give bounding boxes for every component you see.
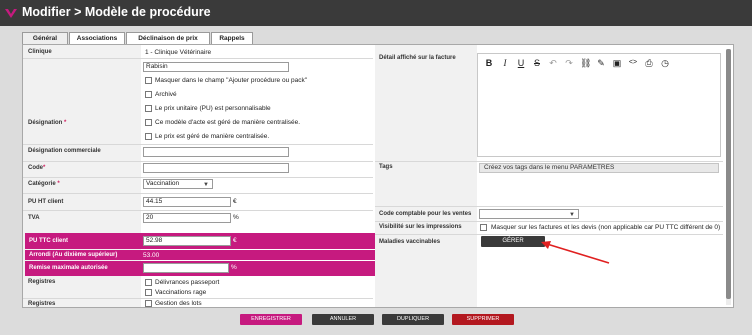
code-label: Code*	[28, 165, 46, 171]
categorie-value: Vaccination	[146, 180, 180, 187]
remise-unit: %	[231, 264, 237, 271]
maladies-label: Maladies vaccinables	[379, 239, 441, 245]
arrondi-row: Arrondi (Au dixième supérieur) 53.00	[25, 250, 375, 260]
remise-row: Remise maximale autorisée %	[25, 261, 375, 276]
right-label-column	[375, 45, 477, 307]
masquer-factures-label: Masquer sur les factures et les devis (n…	[491, 224, 721, 231]
pu-ht-unit: €	[233, 198, 237, 205]
gestion-lots-checkbox[interactable]	[145, 300, 152, 307]
categorie-select[interactable]: Vaccination ▼	[143, 179, 213, 189]
pu-ht-input[interactable]: 44.15	[143, 197, 231, 207]
gestion-lots-label: Gestion des lots	[155, 300, 202, 307]
code-input[interactable]	[143, 163, 289, 173]
strikethrough-icon[interactable]: S	[532, 58, 542, 68]
form-panel: Clinique 1 - Clinique Vétérinaire Rabisi…	[22, 44, 734, 308]
chevron-down-icon: ▼	[569, 212, 575, 218]
app-logo-icon	[4, 6, 18, 20]
divider	[23, 58, 373, 59]
remise-input[interactable]	[143, 263, 229, 273]
delivrances-passeport-checkbox[interactable]	[145, 279, 152, 286]
tags-label: Tags	[379, 164, 393, 170]
divider	[23, 177, 373, 178]
code-icon[interactable]: <>	[628, 58, 638, 68]
cancel-button[interactable]: ANNULER	[312, 314, 374, 325]
underline-icon[interactable]: U	[516, 58, 526, 68]
remise-label: Remise maximale autorisée	[29, 265, 108, 271]
archive-checkbox[interactable]	[145, 91, 152, 98]
prix-centralise-label: Le prix est géré de manière centralisée.	[155, 133, 270, 140]
tva-unit: %	[233, 214, 239, 221]
edit-icon[interactable]: ✎	[596, 58, 606, 68]
pu-ttc-label: PU TTC client	[29, 238, 69, 244]
divider	[23, 193, 373, 194]
prix-centralise-checkbox[interactable]	[145, 133, 152, 140]
archive-label: Archivé	[155, 91, 177, 98]
title-bar: Modifier > Modèle de procédure	[0, 0, 752, 26]
delivrances-passeport-label: Délivrances passeport	[155, 279, 220, 286]
link-icon[interactable]: ⛓	[580, 58, 591, 68]
history-icon[interactable]: ◷	[660, 58, 670, 68]
pu-personnalisable-label: Le prix unitaire (PU) est personnalisabl…	[155, 105, 271, 112]
divider	[375, 206, 723, 207]
scrollbar-thumb[interactable]	[726, 49, 731, 299]
print-icon[interactable]: ⎙	[644, 58, 654, 68]
duplicate-button[interactable]: DUPLIQUER	[382, 314, 444, 325]
arrondi-value: 53.00	[143, 252, 160, 259]
pu-ttc-input[interactable]: 52.98	[143, 236, 231, 246]
scrollbar[interactable]	[726, 49, 731, 305]
clinique-value: 1 - Clinique Vétérinaire	[145, 49, 212, 56]
vaccinations-rage-label: Vaccinations rage	[155, 289, 207, 296]
masquer-factures-checkbox[interactable]	[480, 224, 487, 231]
divider	[375, 161, 723, 162]
masquer-ajouter-checkbox[interactable]	[145, 77, 152, 84]
visibilite-label: Visibilité sur les impressions	[379, 224, 462, 230]
clinique-label: Clinique	[28, 49, 52, 55]
designation-input[interactable]: Rabisin	[143, 62, 289, 72]
modele-centralise-checkbox[interactable]	[145, 119, 152, 126]
divider	[23, 210, 373, 211]
tab-associations[interactable]: Associations	[69, 32, 125, 44]
delete-button[interactable]: SUPPRIMER	[452, 314, 514, 325]
pu-ttc-unit: €	[233, 237, 237, 244]
tva-input[interactable]: 20	[143, 213, 231, 223]
tags-field: Créez vos tags dans le menu PARAMETRES	[479, 163, 719, 173]
undo-icon[interactable]: ↶	[548, 58, 558, 68]
divider	[23, 144, 373, 145]
code-comptable-label: Code comptable pour les ventes	[379, 211, 472, 217]
pu-ttc-row: PU TTC client 52.98 €	[25, 233, 375, 249]
dialog-body: Général Associations Déclinaison de prix…	[0, 26, 752, 335]
modele-centralise-label: Ce modèle d'acte est géré de manière cen…	[155, 119, 301, 126]
redo-icon[interactable]: ↷	[564, 58, 574, 68]
pu-personnalisable-checkbox[interactable]	[145, 105, 152, 112]
chevron-down-icon: ▼	[203, 182, 209, 188]
divider	[375, 234, 723, 235]
divider	[375, 221, 723, 222]
image-icon[interactable]: ▣	[612, 58, 622, 68]
vaccinations-rage-checkbox[interactable]	[145, 289, 152, 296]
tab-declinaison-prix[interactable]: Déclinaison de prix	[126, 32, 210, 44]
tab-rappels[interactable]: Rappels	[211, 32, 253, 44]
registres-lots-label: Registres	[28, 301, 56, 307]
window-title: Modifier > Modèle de procédure	[22, 5, 211, 19]
annotation-arrow-icon	[541, 241, 610, 264]
registres-label: Registres	[28, 279, 56, 285]
pu-ht-label: PU HT client	[28, 199, 64, 205]
designation-commerciale-input[interactable]	[143, 147, 289, 157]
divider	[23, 298, 373, 299]
divider	[23, 161, 373, 162]
masquer-ajouter-label: Masquer dans le champ "Ajouter procédure…	[155, 77, 308, 84]
rich-text-editor[interactable]: B I U S ↶ ↷ ⛓ ✎ ▣ <> ⎙ ◷	[477, 53, 721, 157]
editor-toolbar: B I U S ↶ ↷ ⛓ ✎ ▣ <> ⎙ ◷	[478, 54, 720, 72]
tab-general[interactable]: Général	[22, 32, 68, 44]
arrondi-label: Arrondi (Au dixième supérieur)	[29, 252, 118, 258]
bold-icon[interactable]: B	[484, 58, 494, 68]
italic-icon[interactable]: I	[500, 58, 510, 68]
tva-label: TVA	[28, 215, 40, 221]
code-comptable-select[interactable]: ▼	[479, 209, 579, 219]
detail-facture-label: Détail affiché sur la facture	[379, 55, 456, 61]
categorie-label: Catégorie *	[28, 181, 60, 187]
save-button[interactable]: ENREGISTRER	[240, 314, 302, 325]
designation-label: Désignation *	[28, 120, 67, 126]
designation-commerciale-label: Désignation commerciale	[28, 148, 101, 154]
